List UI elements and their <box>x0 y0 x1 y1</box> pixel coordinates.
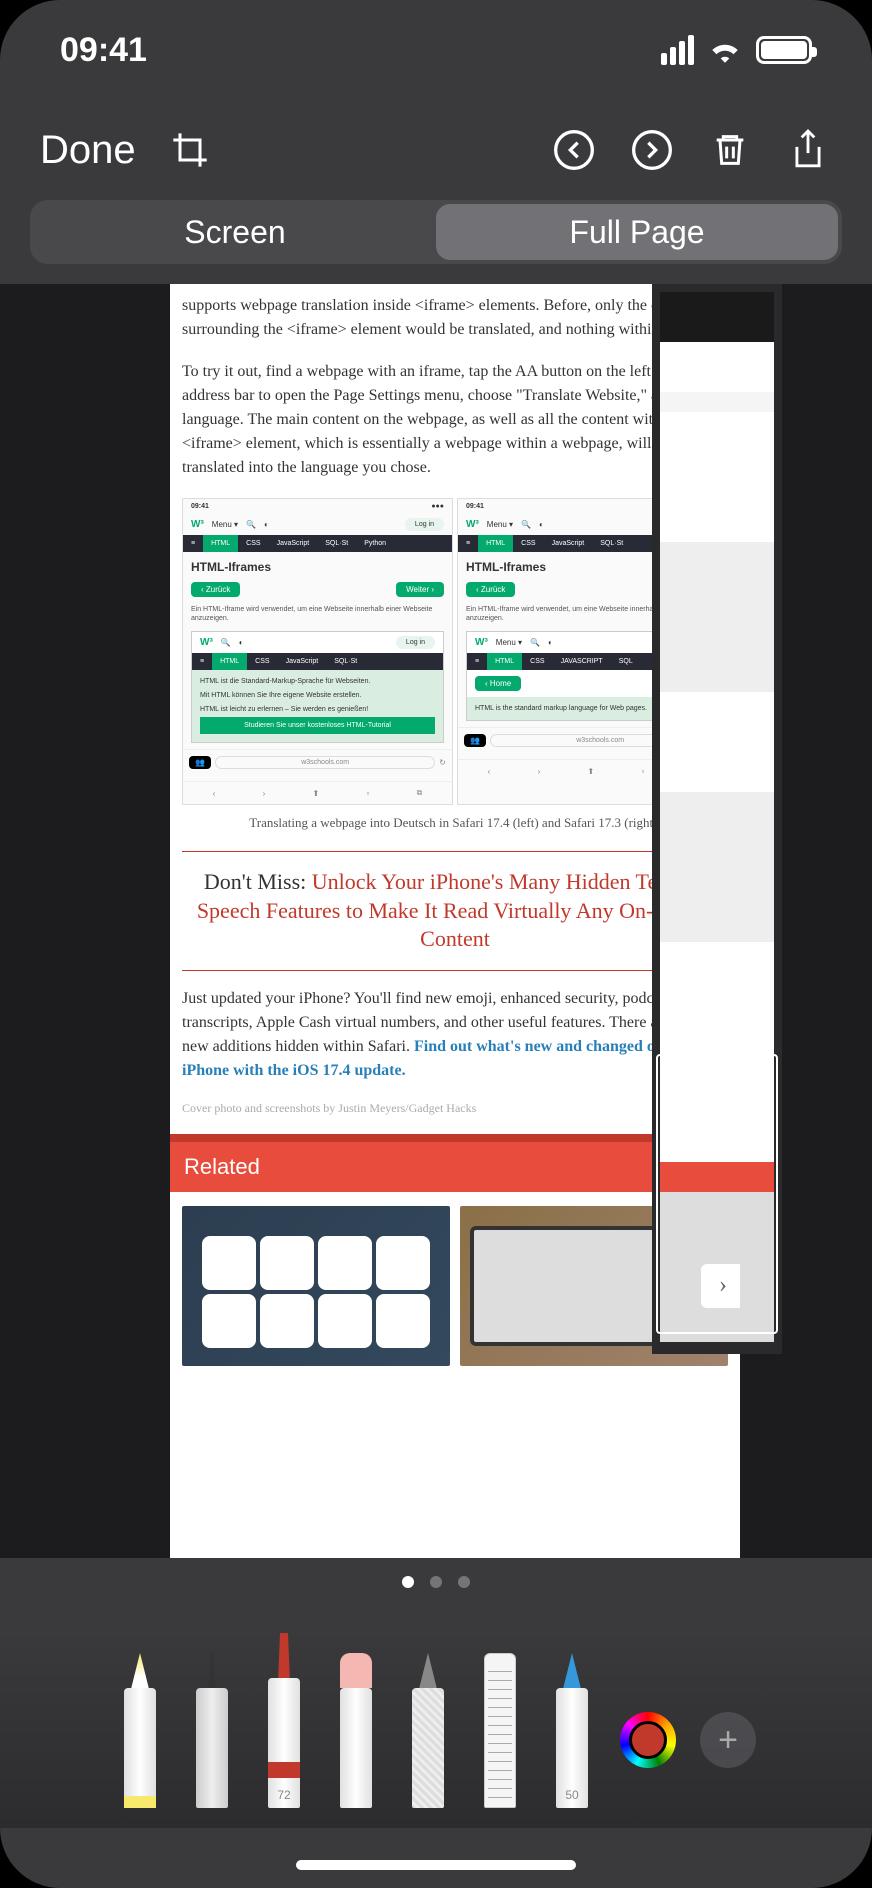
screen-tab[interactable]: Screen <box>34 204 436 260</box>
image-caption: Translating a webpage into Deutsch in Sa… <box>182 815 728 831</box>
crayon-tool[interactable]: 50 <box>548 1653 596 1808</box>
color-picker[interactable] <box>620 1712 676 1768</box>
comparison-screenshots: 09:41●●● W³Menu ▾🔍◐Log in ≡HTMLCSSJavaSc… <box>182 498 728 805</box>
page-dot[interactable] <box>402 1576 414 1588</box>
screenshot-left: 09:41●●● W³Menu ▾🔍◐Log in ≡HTMLCSSJavaSc… <box>182 498 453 805</box>
carousel-next-icon[interactable]: › <box>701 1264 740 1308</box>
page-dot[interactable] <box>430 1576 442 1588</box>
status-icons <box>661 35 812 65</box>
article-paragraph: supports webpage translation inside <ifr… <box>182 294 728 342</box>
markup-toolbar: Done <box>0 100 872 200</box>
page-minimap[interactable] <box>652 284 782 1354</box>
photo-credit: Cover photo and screenshots by Justin Me… <box>182 1101 728 1116</box>
pen-tool[interactable] <box>116 1653 164 1808</box>
full-page-tab[interactable]: Full Page <box>436 204 838 260</box>
share-icon[interactable] <box>784 126 832 174</box>
page-dot[interactable] <box>458 1576 470 1588</box>
cellular-signal-icon <box>661 35 694 65</box>
undo-icon[interactable] <box>550 126 598 174</box>
crop-icon[interactable] <box>166 126 214 174</box>
trash-icon[interactable] <box>706 126 754 174</box>
add-tool-button[interactable]: + <box>700 1712 756 1768</box>
battery-icon <box>756 36 812 64</box>
ruler-tool[interactable] <box>476 1653 524 1808</box>
eraser-tool[interactable] <box>332 1653 380 1808</box>
pencil-tool[interactable] <box>404 1653 452 1808</box>
dont-miss-label: Don't Miss: <box>204 869 312 894</box>
wifi-icon <box>708 37 742 63</box>
status-bar: 09:41 <box>0 0 872 100</box>
article-paragraph: Just updated your iPhone? You'll find ne… <box>182 987 728 1083</box>
status-time: 09:41 <box>60 31 147 70</box>
dont-miss-callout: Don't Miss: Unlock Your iPhone's Many Hi… <box>182 868 728 954</box>
view-mode-segmented-control: Screen Full Page <box>30 200 842 264</box>
markup-tools-toolbar: 72 50 + <box>0 1628 872 1828</box>
redo-icon[interactable] <box>628 126 676 174</box>
marker-tool[interactable]: 72 <box>260 1633 308 1808</box>
divider <box>182 970 728 971</box>
related-card[interactable] <box>182 1206 450 1366</box>
page-indicator <box>0 1576 872 1588</box>
fineliner-tool[interactable] <box>188 1653 236 1808</box>
article-paragraph: To try it out, find a webpage with an if… <box>182 360 728 480</box>
done-button[interactable]: Done <box>40 128 136 173</box>
home-indicator[interactable] <box>296 1860 576 1870</box>
divider <box>182 851 728 852</box>
